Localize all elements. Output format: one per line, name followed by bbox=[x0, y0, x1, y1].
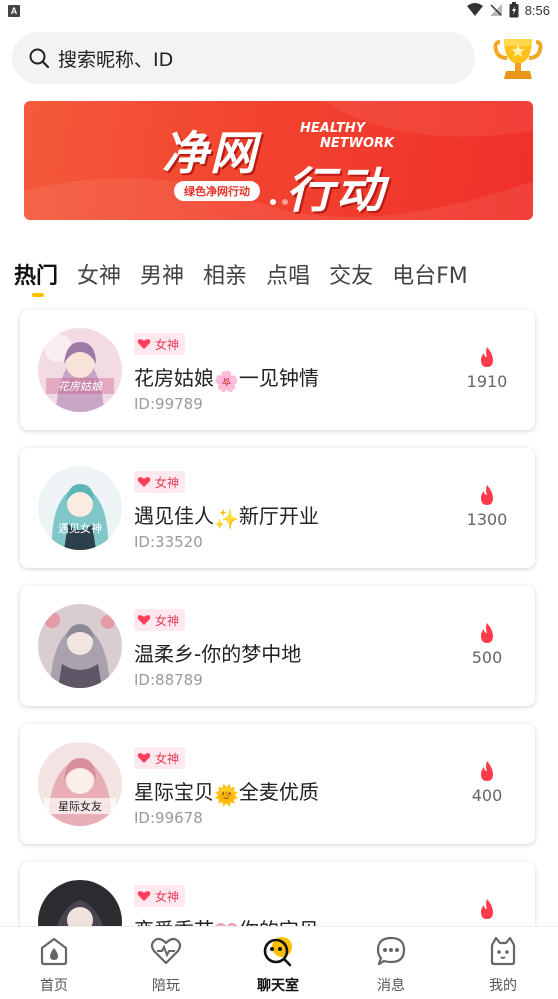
heart-pulse-icon bbox=[150, 937, 182, 965]
heart-icon bbox=[137, 891, 151, 901]
status-bar: A 8:56 bbox=[0, 0, 558, 24]
tab-goddess[interactable]: 女神 bbox=[77, 258, 121, 290]
wifi-icon bbox=[466, 3, 483, 16]
avatar-caption: 星际女友 bbox=[58, 799, 102, 813]
room-badge: 女神 bbox=[134, 333, 186, 355]
tab-song-request[interactable]: 点唱 bbox=[266, 258, 310, 290]
room-badge: 女神 bbox=[134, 747, 186, 769]
room-badge-label: 女神 bbox=[155, 475, 180, 490]
banner-title-2: 行动 bbox=[286, 163, 387, 219]
flame-icon bbox=[481, 347, 493, 367]
flame-icon bbox=[481, 899, 493, 919]
room-badge-label: 女神 bbox=[155, 337, 180, 352]
nav-profile[interactable]: 我的 bbox=[463, 927, 543, 999]
room-badge: 女神 bbox=[134, 471, 186, 493]
trophy-icon[interactable] bbox=[492, 36, 544, 82]
tab-hot[interactable]: 热门 bbox=[14, 258, 58, 290]
banner-dot bbox=[270, 199, 276, 205]
room-name: 温柔乡-你的梦中地 bbox=[134, 642, 302, 666]
flame-icon bbox=[481, 485, 493, 505]
no-signal-icon bbox=[489, 4, 502, 16]
nav-home[interactable]: 首页 bbox=[14, 927, 94, 999]
room-name: 遇见佳人✨新厅开业 bbox=[134, 504, 319, 531]
nav-profile-label: 我的 bbox=[489, 978, 517, 994]
profile-cat-icon bbox=[490, 936, 516, 966]
banner-english-1: HEALTHY bbox=[300, 121, 366, 136]
nav-chatroom[interactable]: 聊天室 bbox=[238, 927, 318, 999]
sun-emoji-icon: 🌞 bbox=[214, 783, 239, 807]
category-tabs: 热门 女神 男神 相亲 点唱 交友 电台FM bbox=[14, 258, 487, 297]
promo-banner[interactable]: 净网 HEALTHY NETWORK 行动 绿色净网行动 bbox=[24, 101, 533, 220]
nav-chatroom-label: 聊天室 bbox=[257, 978, 299, 994]
avatar-caption: 花房姑娘 bbox=[58, 380, 103, 393]
room-card[interactable]: 遇见女神 女神 遇见佳人✨新厅开业 ID:33520 1300 bbox=[20, 448, 535, 568]
active-tab-indicator bbox=[32, 293, 44, 297]
nav-messages[interactable]: 消息 bbox=[351, 927, 431, 999]
room-id: ID:99678 bbox=[134, 809, 203, 827]
room-heat: 1300 bbox=[466, 510, 508, 529]
message-bubble-icon bbox=[376, 936, 406, 966]
room-avatar: 花房姑娘 bbox=[38, 328, 122, 412]
room-id: ID:99789 bbox=[134, 395, 203, 413]
tab-friends[interactable]: 交友 bbox=[329, 258, 373, 290]
flame-icon bbox=[481, 623, 493, 643]
status-time: 8:56 bbox=[524, 2, 550, 18]
sparkle-emoji-icon: ✨ bbox=[214, 507, 239, 531]
banner-english-2: NETWORK bbox=[320, 136, 395, 151]
room-id: ID:33520 bbox=[134, 533, 203, 551]
flower-emoji-icon: 🌸 bbox=[214, 369, 239, 393]
room-avatar: 遇见女神 bbox=[38, 466, 122, 550]
room-badge-label: 女神 bbox=[155, 889, 180, 904]
flame-icon bbox=[481, 761, 493, 781]
search-placeholder: 搜索昵称、ID bbox=[58, 48, 174, 71]
room-card[interactable]: 花房姑娘 女神 花房姑娘🌸一见钟情 ID:99789 1910 bbox=[20, 310, 535, 430]
room-heat: 500 bbox=[471, 648, 503, 667]
chat-face-icon bbox=[263, 937, 292, 967]
room-badge-label: 女神 bbox=[155, 613, 180, 628]
room-badge: 女神 bbox=[134, 609, 186, 631]
room-card[interactable]: 女神 温柔乡-你的梦中地 ID:88789 500 bbox=[20, 586, 535, 706]
banner-title-1: 净网 bbox=[162, 126, 258, 180]
tab-radio-fm[interactable]: 电台FM bbox=[392, 258, 468, 290]
home-drop-icon bbox=[40, 937, 68, 966]
room-heat: 1910 bbox=[466, 372, 508, 391]
heart-icon bbox=[137, 477, 151, 487]
heart-icon bbox=[137, 615, 151, 625]
bottom-nav: 首页 陪玩 聊天室 消息 我的 bbox=[0, 926, 558, 999]
heart-icon bbox=[137, 339, 151, 349]
room-badge: 女神 bbox=[134, 885, 186, 907]
room-badge-label: 女神 bbox=[155, 751, 180, 766]
notification-app-icon: A bbox=[8, 5, 20, 17]
room-name: 花房姑娘🌸一见钟情 bbox=[134, 366, 319, 393]
search-bar[interactable]: 搜索昵称、ID bbox=[12, 32, 475, 84]
tab-male-god[interactable]: 男神 bbox=[140, 258, 184, 290]
banner-tag: 绿色净网行动 bbox=[174, 181, 260, 201]
room-heat: 400 bbox=[471, 786, 503, 805]
room-avatar: 星际女友 bbox=[38, 742, 122, 826]
room-avatar bbox=[38, 604, 122, 688]
room-id: ID:88789 bbox=[134, 671, 203, 689]
nav-home-label: 首页 bbox=[40, 978, 68, 994]
room-card[interactable]: 星际女友 女神 星际宝贝🌞全麦优质 ID:99678 400 bbox=[20, 724, 535, 844]
avatar-caption: 遇见女神 bbox=[58, 521, 102, 535]
banner-pagination bbox=[270, 199, 288, 205]
battery-icon bbox=[509, 2, 519, 18]
search-icon bbox=[28, 47, 50, 69]
heart-icon bbox=[137, 753, 151, 763]
tab-blind-date[interactable]: 相亲 bbox=[203, 258, 247, 290]
banner-dot bbox=[282, 199, 288, 205]
nav-companion-label: 陪玩 bbox=[152, 978, 180, 994]
nav-companion[interactable]: 陪玩 bbox=[126, 927, 206, 999]
room-name: 星际宝贝🌞全麦优质 bbox=[134, 780, 319, 807]
nav-messages-label: 消息 bbox=[377, 978, 405, 994]
